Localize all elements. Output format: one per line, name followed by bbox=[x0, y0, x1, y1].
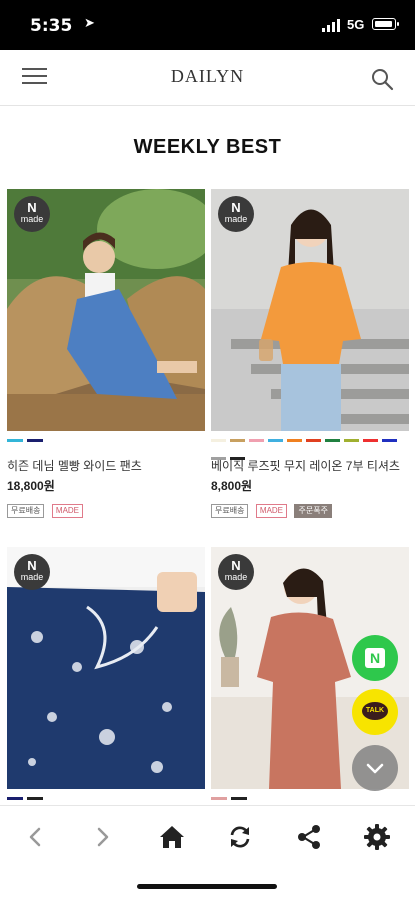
scroll-down-button[interactable] bbox=[352, 745, 398, 791]
talk-bubble-icon: TALK bbox=[362, 702, 388, 720]
home-indicator[interactable] bbox=[137, 884, 277, 889]
product-name[interactable]: 베이직 루즈핏 무지 레이온 7부 티셔츠 bbox=[211, 457, 400, 474]
refresh-icon[interactable] bbox=[225, 822, 255, 852]
chevron-down-icon bbox=[366, 763, 384, 774]
brand-logo[interactable]: DAILYN bbox=[0, 66, 415, 87]
product-card[interactable]: Nmade 히즌 데님 멜빵 와이드 팬츠 18,800원 무료배송 MADE bbox=[7, 189, 205, 519]
made-tag: MADE bbox=[51, 504, 84, 518]
color-swatch bbox=[7, 797, 23, 800]
color-swatch bbox=[7, 439, 23, 442]
product-tags: 무료배송 MADE bbox=[7, 500, 86, 518]
free-shipping-tag: 무료배송 bbox=[7, 504, 45, 518]
status-time: 5:35 bbox=[30, 16, 73, 36]
network-label: 5G bbox=[347, 17, 365, 32]
made-tag: MADE bbox=[255, 504, 288, 518]
color-swatch bbox=[249, 439, 264, 442]
color-swatches bbox=[211, 439, 411, 460]
product-card[interactable]: Nmade 베이직 루즈핏 무지 레이온 7부 티셔츠 8,800원 무료배송 … bbox=[211, 189, 409, 519]
status-bar: 5:35 ➤ 5G bbox=[0, 0, 415, 50]
product-tags: 무료배송 MADE 주문폭주 bbox=[211, 500, 335, 518]
product-photo[interactable]: Nmade bbox=[211, 189, 409, 431]
product-price: 8,800원 bbox=[211, 479, 253, 493]
top-bar: DAILYN bbox=[0, 50, 415, 106]
color-swatch bbox=[268, 439, 283, 442]
gear-icon[interactable] bbox=[362, 822, 392, 852]
free-shipping-tag: 무료배송 bbox=[211, 504, 249, 518]
color-swatch bbox=[211, 439, 226, 442]
back-arrow-icon[interactable] bbox=[20, 822, 50, 852]
n-made-badge: Nmade bbox=[218, 196, 254, 232]
color-swatch bbox=[27, 797, 43, 800]
location-arrow-icon: ➤ bbox=[84, 15, 95, 30]
color-swatch bbox=[363, 439, 378, 442]
color-swatch bbox=[27, 439, 43, 442]
color-swatches bbox=[7, 439, 205, 451]
section-title: WEEKLY BEST bbox=[133, 136, 282, 158]
color-swatch bbox=[231, 797, 247, 800]
color-swatch bbox=[230, 439, 245, 442]
color-swatch bbox=[344, 439, 359, 442]
naver-talk-button[interactable]: N bbox=[352, 635, 398, 681]
kakao-talk-button[interactable]: TALK bbox=[352, 689, 398, 735]
product-card[interactable]: Nmade bbox=[7, 547, 205, 805]
bottom-toolbar bbox=[0, 805, 415, 871]
n-made-badge: Nmade bbox=[14, 196, 50, 232]
product-photo[interactable]: Nmade bbox=[7, 189, 205, 431]
battery-icon bbox=[372, 18, 399, 30]
search-icon[interactable] bbox=[370, 67, 394, 91]
share-icon[interactable] bbox=[294, 822, 324, 852]
color-swatch bbox=[287, 439, 302, 442]
n-made-badge: Nmade bbox=[14, 554, 50, 590]
product-name[interactable]: 히즌 데님 멜빵 와이드 팬츠 bbox=[7, 457, 142, 474]
product-photo[interactable]: Nmade bbox=[7, 547, 205, 789]
color-swatch bbox=[306, 439, 321, 442]
product-price: 18,800원 bbox=[7, 479, 55, 493]
color-swatch bbox=[211, 797, 227, 800]
naver-n-icon: N bbox=[365, 648, 385, 668]
n-made-badge: Nmade bbox=[218, 554, 254, 590]
color-swatch bbox=[325, 439, 340, 442]
signal-icon bbox=[322, 19, 340, 32]
hot-order-tag: 주문폭주 bbox=[294, 504, 332, 518]
color-swatch bbox=[382, 439, 397, 442]
forward-arrow-icon[interactable] bbox=[88, 822, 118, 852]
home-icon[interactable] bbox=[157, 822, 187, 852]
